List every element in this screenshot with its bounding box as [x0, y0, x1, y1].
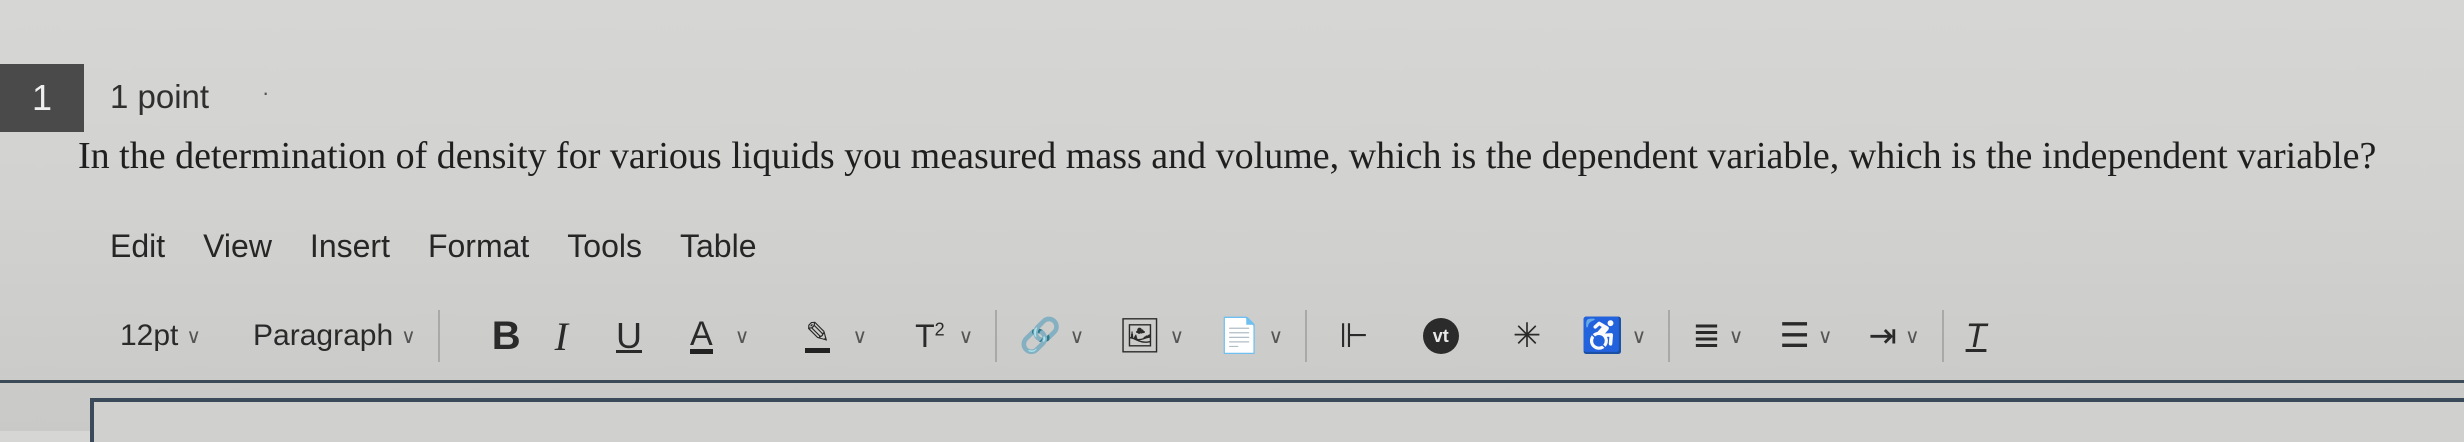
- editor-textarea[interactable]: [90, 398, 2464, 442]
- menu-edit[interactable]: Edit: [110, 228, 165, 265]
- question-text: In the determination of density for vari…: [78, 135, 2377, 177]
- link-icon: 🔗: [1019, 317, 1062, 355]
- toolbar-separator: [1305, 310, 1308, 362]
- vt-icon[interactable]: vt: [1422, 318, 1459, 354]
- italic-button[interactable]: I: [555, 313, 568, 360]
- image-button[interactable]: 🖼 ∨: [1118, 316, 1184, 356]
- chevron-down-icon: ∨: [1268, 325, 1284, 348]
- chevron-down-icon: ∨: [1817, 325, 1833, 348]
- underline-button[interactable]: U: [616, 315, 642, 357]
- question-points: 1 point: [110, 78, 210, 115]
- question-number: 1: [0, 64, 84, 132]
- indent-icon: ⇥: [1868, 317, 1897, 355]
- chevron-down-icon: ∨: [401, 325, 416, 348]
- superscript-icon: T2: [915, 317, 945, 354]
- sparkle-icon[interactable]: ✳: [1513, 316, 1542, 356]
- chevron-down-icon: ∨: [1904, 325, 1920, 348]
- apps-icon[interactable]: ⊩: [1339, 316, 1369, 356]
- list-button[interactable]: ☰ ∨: [1779, 316, 1832, 356]
- editor-menubar: Edit View Insert Format Tools Table: [110, 228, 795, 265]
- image-icon: 🖼: [1118, 317, 1162, 355]
- align-icon: ≣: [1692, 317, 1721, 355]
- menu-table[interactable]: Table: [680, 228, 757, 265]
- document-icon: 📄: [1218, 317, 1261, 355]
- accessibility-button[interactable]: ♿ ∨: [1581, 316, 1646, 356]
- menu-format[interactable]: Format: [428, 228, 529, 265]
- bold-button[interactable]: B: [492, 314, 521, 359]
- menu-insert[interactable]: Insert: [310, 228, 390, 265]
- chevron-down-icon: ∨: [1069, 325, 1085, 348]
- highlight-color-button[interactable]: ✎ ∨: [805, 318, 868, 353]
- editor-top-border: [0, 380, 2464, 383]
- accessibility-icon: ♿: [1581, 317, 1624, 355]
- toolbar-separator: [1941, 310, 1944, 362]
- document-button[interactable]: 📄 ∨: [1218, 316, 1283, 356]
- superscript-button[interactable]: T2 ∨: [915, 318, 973, 355]
- block-format-value: Paragraph: [253, 319, 394, 352]
- chevron-down-icon: ∨: [1631, 325, 1647, 348]
- menu-tools[interactable]: Tools: [567, 228, 642, 265]
- font-color-button[interactable]: A ∨: [690, 314, 750, 354]
- chevron-down-icon: ∨: [1728, 325, 1744, 348]
- align-button[interactable]: ≣ ∨: [1692, 316, 1743, 356]
- font-size-select[interactable]: 12pt ∨: [120, 319, 201, 353]
- editor-toolbar: 12pt ∨ Paragraph ∨ B I U A ∨ ✎ ∨ T2 ∨ 🔗 …: [120, 305, 2464, 367]
- clear-formatting-icon[interactable]: T: [1966, 317, 1987, 356]
- highlight-icon: ✎: [805, 318, 831, 353]
- indent-button[interactable]: ⇥ ∨: [1868, 316, 1919, 356]
- block-format-select[interactable]: Paragraph ∨: [253, 319, 416, 353]
- toolbar-separator: [995, 310, 998, 362]
- font-size-value: 12pt: [120, 319, 179, 352]
- chevron-down-icon: ∨: [734, 325, 750, 348]
- dot-marker: ·: [262, 80, 270, 105]
- chevron-down-icon: ∨: [1169, 325, 1185, 348]
- link-button[interactable]: 🔗 ∨: [1019, 316, 1084, 356]
- toolbar-separator: [1668, 310, 1671, 362]
- chevron-down-icon: ∨: [958, 325, 974, 348]
- toolbar-separator: [437, 310, 440, 362]
- menu-view[interactable]: View: [203, 228, 272, 265]
- chevron-down-icon: ∨: [852, 325, 868, 348]
- chevron-down-icon: ∨: [186, 325, 202, 348]
- list-icon: ☰: [1779, 317, 1810, 355]
- font-color-icon: A: [690, 314, 713, 354]
